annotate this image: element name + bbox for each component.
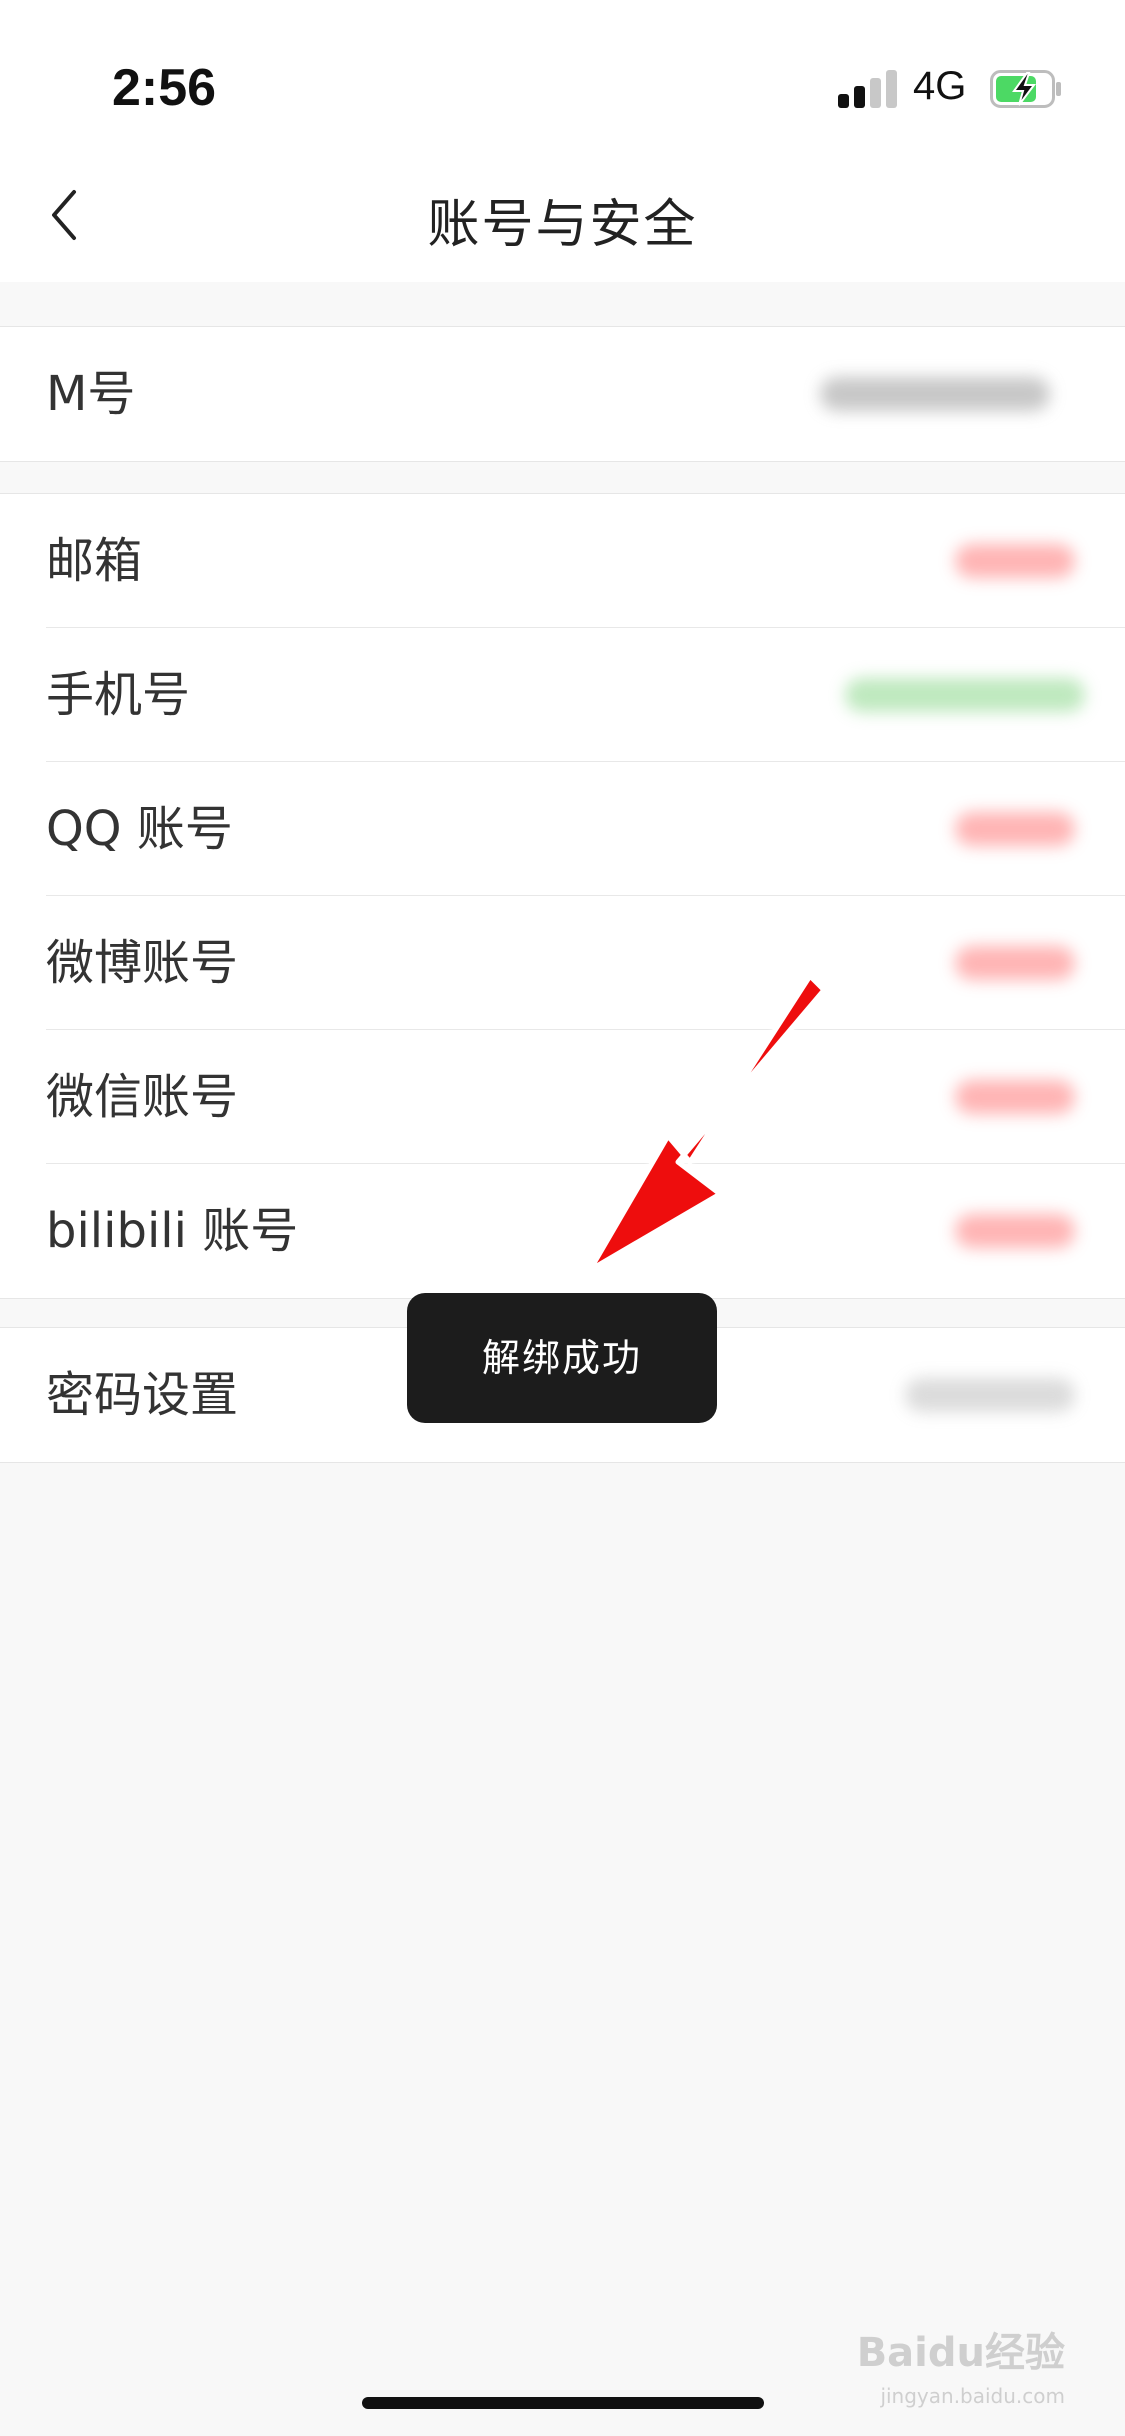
watermark-url: jingyan.baidu.com [880,2384,1065,2408]
settings-row-email[interactable]: 邮箱 [0,494,1125,628]
settings-row-qq[interactable]: QQ 账号 [0,762,1125,896]
row-label: 密码设置 [46,1367,239,1423]
redacted-value [820,377,1050,411]
signal-bars-icon [838,70,900,108]
status-time: 2:56 [112,59,217,117]
settings-group-account-id: M号 [0,326,1125,462]
row-label: 手机号 [46,667,191,723]
toast-message: 解绑成功 [407,1293,717,1423]
settings-row-m-number[interactable]: M号 [0,327,1125,461]
redacted-value [955,1214,1075,1248]
row-label: M号 [46,366,136,422]
redacted-value [955,946,1075,980]
battery-charging-icon [990,70,1061,108]
page-title: 账号与安全 [427,195,698,255]
redacted-value [955,1080,1075,1114]
redacted-value [955,812,1075,846]
redacted-value [845,678,1085,712]
nav-bar: 账号与安全 [0,150,1125,282]
status-bar: 2:56 4G [0,0,1125,150]
row-label: 邮箱 [46,533,143,589]
redacted-value [905,1378,1075,1412]
network-type: 4G [913,64,967,108]
redacted-value [955,544,1075,578]
watermark-logo: Baidu经验 [856,2330,1065,2376]
home-indicator[interactable] [362,2397,764,2409]
settings-row-phone[interactable]: 手机号 [0,628,1125,762]
row-label: 微博账号 [46,935,239,991]
red-arrow-annotation [587,973,827,1273]
row-label: bilibili 账号 [46,1203,299,1259]
row-label: QQ 账号 [46,801,233,857]
row-label: 微信账号 [46,1069,239,1125]
